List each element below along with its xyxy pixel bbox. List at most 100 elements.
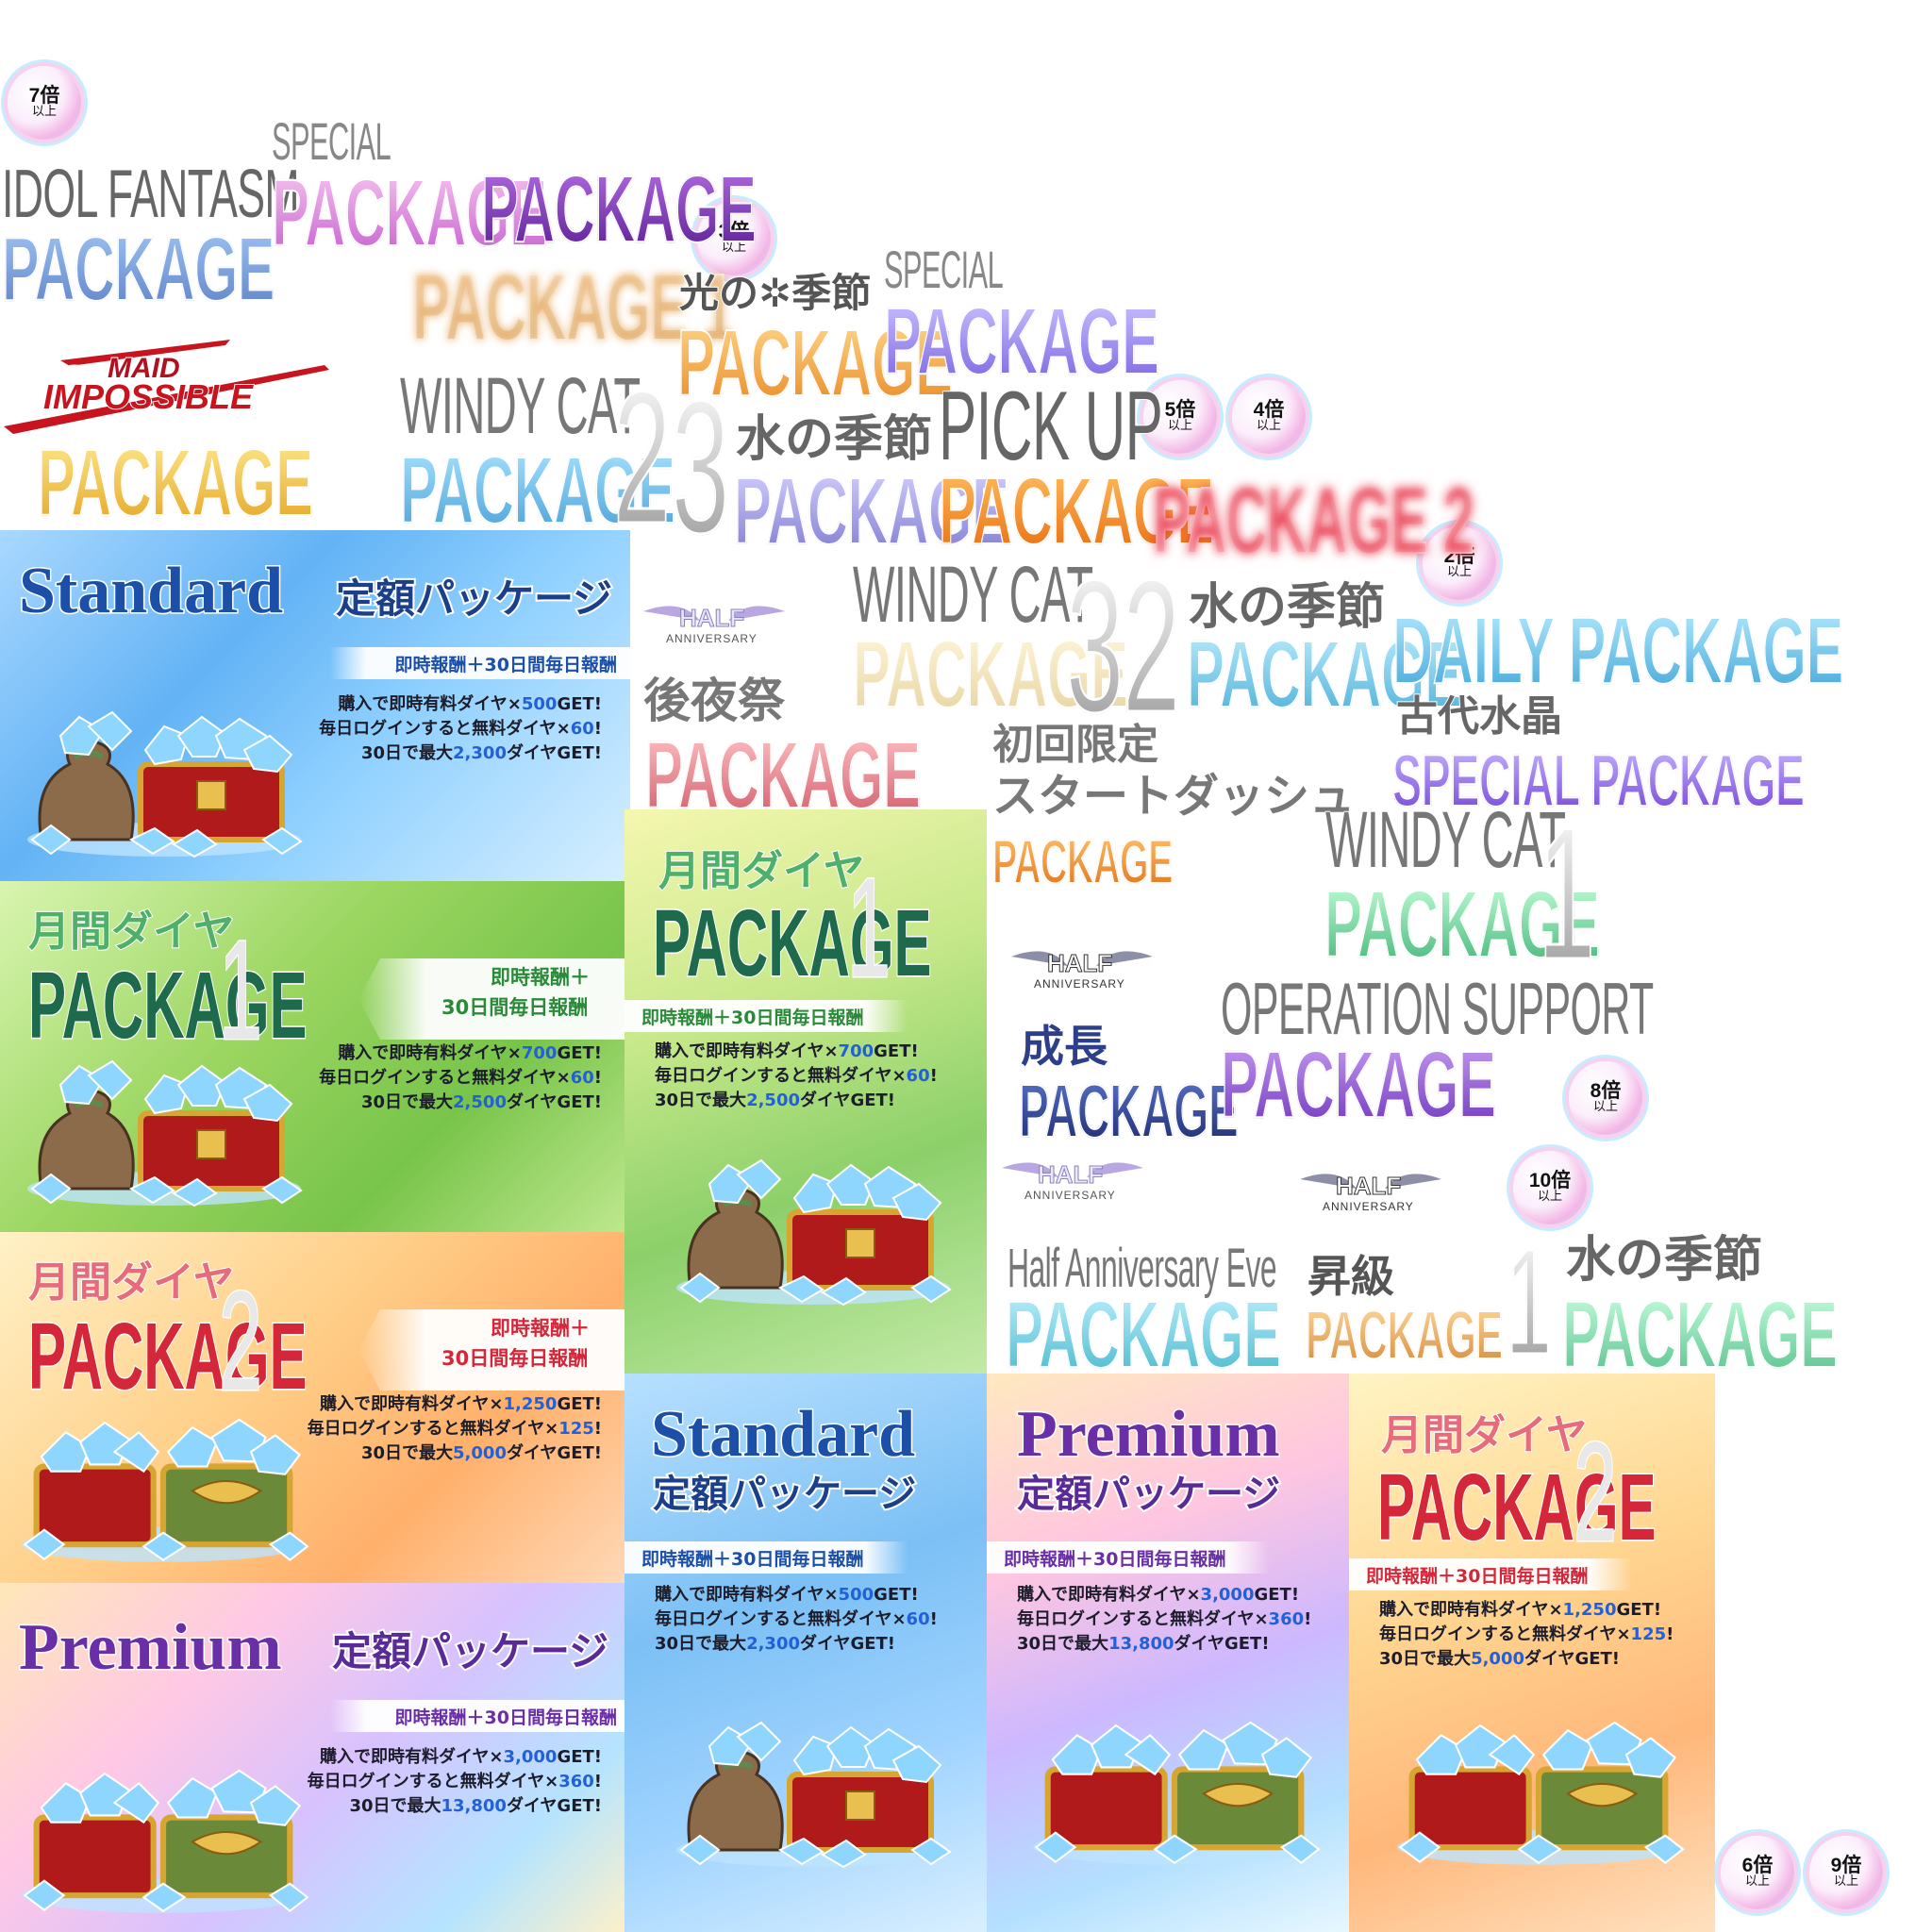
monthly-package-number: 2 xyxy=(1573,1412,1618,1571)
monthly-package-title: PACKAGE xyxy=(27,1304,308,1409)
multiplier-badge-6x: 6倍 以上 xyxy=(1721,1836,1794,1909)
mizu-number-1: 1 xyxy=(1505,1217,1553,1386)
shokyu-label: 昇級 xyxy=(1307,1251,1395,1302)
daily-package-title: DAILY PACKAGE xyxy=(1391,598,1844,704)
monthly-diamond-1-card[interactable]: 月間ダイヤ PACKAGE 1 即時報酬＋30日間毎日報酬 購入で即時有料ダイヤ… xyxy=(625,809,987,1374)
start-dash-package-title: PACKAGE xyxy=(991,826,1174,896)
diamond-chest-icon xyxy=(672,1141,955,1311)
diamond-chest-icon xyxy=(17,1749,309,1915)
windy-cat-number-1: 1 xyxy=(1537,789,1596,999)
diamond-chest-icon xyxy=(1392,1694,1685,1874)
start-dash-label: スタートダッシュ xyxy=(991,770,1356,823)
premium-brand-title: Premium xyxy=(1016,1398,1282,1471)
standard-brand-title: Standard xyxy=(17,555,284,627)
anniversary-logo-text: ANNIVERSARY xyxy=(1323,1200,1414,1213)
diamond-chest-icon xyxy=(1028,1694,1321,1874)
monthly-diamond-1-banner[interactable]: 月間ダイヤ PACKAGE 1 即時報酬＋ 30日間毎日報酬 購入で即時有料ダイ… xyxy=(0,881,630,1232)
premium-description: 購入で即時有料ダイヤ×3,000GET! 毎日ログインすると無料ダイヤ×360!… xyxy=(307,1747,602,1816)
diamond-chest-icon xyxy=(23,698,306,858)
half-logo-text: HALF xyxy=(678,604,745,633)
windy-cat-number-2: 2 xyxy=(612,353,672,563)
mizu-season-label-1: 水の季節 xyxy=(735,411,933,468)
monthly-description: 購入で即時有料ダイヤ×1,250GET! 毎日ログインすると無料ダイヤ×125!… xyxy=(1379,1600,1674,1669)
diamond-chest-icon xyxy=(17,1398,309,1564)
standard-brand-title: Standard xyxy=(649,1398,916,1471)
package-purple-title: PACKAGE xyxy=(480,157,757,262)
premium-description: 購入で即時有料ダイヤ×3,000GET! 毎日ログインすると無料ダイヤ×360!… xyxy=(1017,1585,1312,1654)
diamond-chest-icon xyxy=(672,1704,955,1874)
monthly-description: 購入で即時有料ダイヤ×700GET! 毎日ログインすると無料ダイヤ×60! 30… xyxy=(319,1043,602,1112)
standard-package-card[interactable]: Standard 定額パッケージ 即時報酬＋30日間毎日報酬 購入で即時有料ダイ… xyxy=(625,1374,987,1932)
monthly-diamond-2-banner[interactable]: 月間ダイヤ PACKAGE 2 即時報酬＋ 30日間毎日報酬 購入で即時有料ダイ… xyxy=(0,1232,630,1583)
anniversary-logo-text: ANNIVERSARY xyxy=(1034,977,1125,991)
mizu-number-2: 2 xyxy=(1122,541,1181,752)
multiplier-badge-4x: 4倍 以上 xyxy=(1232,380,1306,454)
monthly-diamond-2-card[interactable]: 月間ダイヤ PACKAGE 2 即時報酬＋30日間毎日報酬 購入で即時有料ダイヤ… xyxy=(1349,1374,1715,1932)
monthly-package-title: PACKAGE xyxy=(27,953,308,1058)
monthly-reward-line-1: 即時報酬＋ xyxy=(491,1317,590,1340)
standard-description: 購入で即時有料ダイヤ×500GET! 毎日ログインすると無料ダイヤ×60! 30… xyxy=(655,1585,938,1654)
koyasai-label: 後夜祭 xyxy=(642,674,786,728)
premium-reward-ribbon: 即時報酬＋30日間毎日報酬 xyxy=(330,1700,630,1732)
premium-package-banner[interactable]: Premium 定額パッケージ 即時報酬＋30日間毎日報酬 購入で即時有料ダイヤ… xyxy=(0,1583,630,1932)
monthly-reward-line-2: 30日間毎日報酬 xyxy=(441,996,589,1019)
monthly-package-number: 1 xyxy=(846,848,891,1007)
standard-subtitle: 定額パッケージ xyxy=(651,1473,918,1516)
monthly-package-number: 2 xyxy=(218,1261,263,1420)
standard-description: 購入で即時有料ダイヤ×500GET! 毎日ログインすると無料ダイヤ×60! 30… xyxy=(319,694,602,763)
premium-subtitle: 定額パッケージ xyxy=(1015,1473,1282,1516)
half-logo-text: HALF xyxy=(1335,1172,1402,1201)
package-2-title: PACKAGE 2 xyxy=(1152,468,1474,574)
windy-cat-label-3: WINDY CAT xyxy=(1324,795,1566,884)
premium-reward-ribbon: 即時報酬＋30日間毎日報酬 xyxy=(987,1541,1270,1574)
impossible-logo-text: IMPOSSIBLE xyxy=(42,376,254,417)
seicho-package-title: PACKAGE xyxy=(1018,1069,1239,1153)
monthly-diamond-label: 月間ダイヤ xyxy=(1380,1411,1589,1459)
monthly-reward-line-1: 即時報酬＋ xyxy=(491,966,590,989)
monthly-description: 購入で即時有料ダイヤ×700GET! 毎日ログインすると無料ダイヤ×60! 30… xyxy=(655,1041,938,1110)
kodai-suisho-label: 古代水晶 xyxy=(1395,692,1563,741)
mizu-season-label-3: 水の季節 xyxy=(1565,1232,1763,1289)
first-time-limited-label: 初回限定 xyxy=(991,721,1159,769)
anniversary-logo-text: ANNIVERSARY xyxy=(1024,1189,1116,1202)
anniversary-logo-text: ANNIVERSARY xyxy=(666,632,758,645)
mizu-package-title-3: PACKAGE xyxy=(1561,1282,1838,1388)
maid-package-title: PACKAGE xyxy=(37,430,313,536)
operation-package-title: PACKAGE xyxy=(1220,1032,1496,1138)
half-eve-package-title: PACKAGE xyxy=(1005,1282,1281,1388)
standard-reward-ribbon: 即時報酬＋30日間毎日報酬 xyxy=(330,647,630,679)
premium-brand-title: Premium xyxy=(18,1611,284,1684)
hikari-season-label: 光の✲季節 xyxy=(678,270,872,316)
windy-cat-label-1: WINDY CAT xyxy=(399,361,641,450)
monthly-description: 購入で即時有料ダイヤ×1,250GET! 毎日ログインすると無料ダイヤ×125!… xyxy=(307,1394,602,1463)
half-logo-text: HALF xyxy=(1037,1160,1104,1190)
monthly-reward-line-2: 30日間毎日報酬 xyxy=(441,1347,589,1370)
multiplier-badge-7x: 7倍 以上 xyxy=(8,66,81,140)
half-anniversary-logo-3: HALF ANNIVERSARY xyxy=(992,1149,1153,1217)
standard-reward-ribbon: 即時報酬＋30日間毎日報酬 xyxy=(625,1541,908,1574)
idol-fantasm-package-title: PACKAGE xyxy=(1,219,275,320)
maid-impossible-logo: MAID IMPOSSIBLE xyxy=(4,332,334,441)
seicho-label: 成長 xyxy=(1020,1021,1108,1072)
multiplier-badge-9x: 9倍 以上 xyxy=(1809,1836,1883,1909)
koyasai-package-title: PACKAGE xyxy=(644,723,921,828)
monthly-reward-ribbon: 即時報酬＋30日間毎日報酬 xyxy=(625,1000,908,1032)
half-anniversary-logo-4: HALF ANNIVERSARY xyxy=(1291,1160,1451,1228)
half-anniversary-logo: HALF ANNIVERSARY xyxy=(634,592,794,660)
monthly-diamond-label: 月間ダイヤ xyxy=(658,847,866,895)
multiplier-badge-10x: 10倍 以上 xyxy=(1513,1151,1587,1224)
diamond-chest-icon xyxy=(23,1047,306,1208)
standard-subtitle: 定額パッケージ xyxy=(334,575,614,622)
monthly-diamond-label: 月間ダイヤ xyxy=(27,1258,236,1307)
half-anniversary-logo-2: HALF ANNIVERSARY xyxy=(1002,938,1162,1006)
mizu-number-3: 3 xyxy=(671,362,730,573)
premium-package-card[interactable]: Premium 定額パッケージ 即時報酬＋30日間毎日報酬 購入で即時有料ダイヤ… xyxy=(987,1374,1349,1932)
monthly-diamond-label: 月間ダイヤ xyxy=(27,908,236,956)
windy-cat-number-3: 3 xyxy=(1065,541,1124,752)
standard-package-banner[interactable]: Standard 定額パッケージ 即時報酬＋30日間毎日報酬 購入で即時有料ダイ… xyxy=(0,530,630,881)
multiplier-badge-8x: 8倍 以上 xyxy=(1569,1061,1642,1135)
monthly-reward-ribbon: 即時報酬＋30日間毎日報酬 xyxy=(1349,1558,1632,1591)
premium-subtitle: 定額パッケージ xyxy=(330,1628,610,1674)
half-logo-text: HALF xyxy=(1046,949,1113,978)
monthly-package-number: 1 xyxy=(218,910,263,1069)
